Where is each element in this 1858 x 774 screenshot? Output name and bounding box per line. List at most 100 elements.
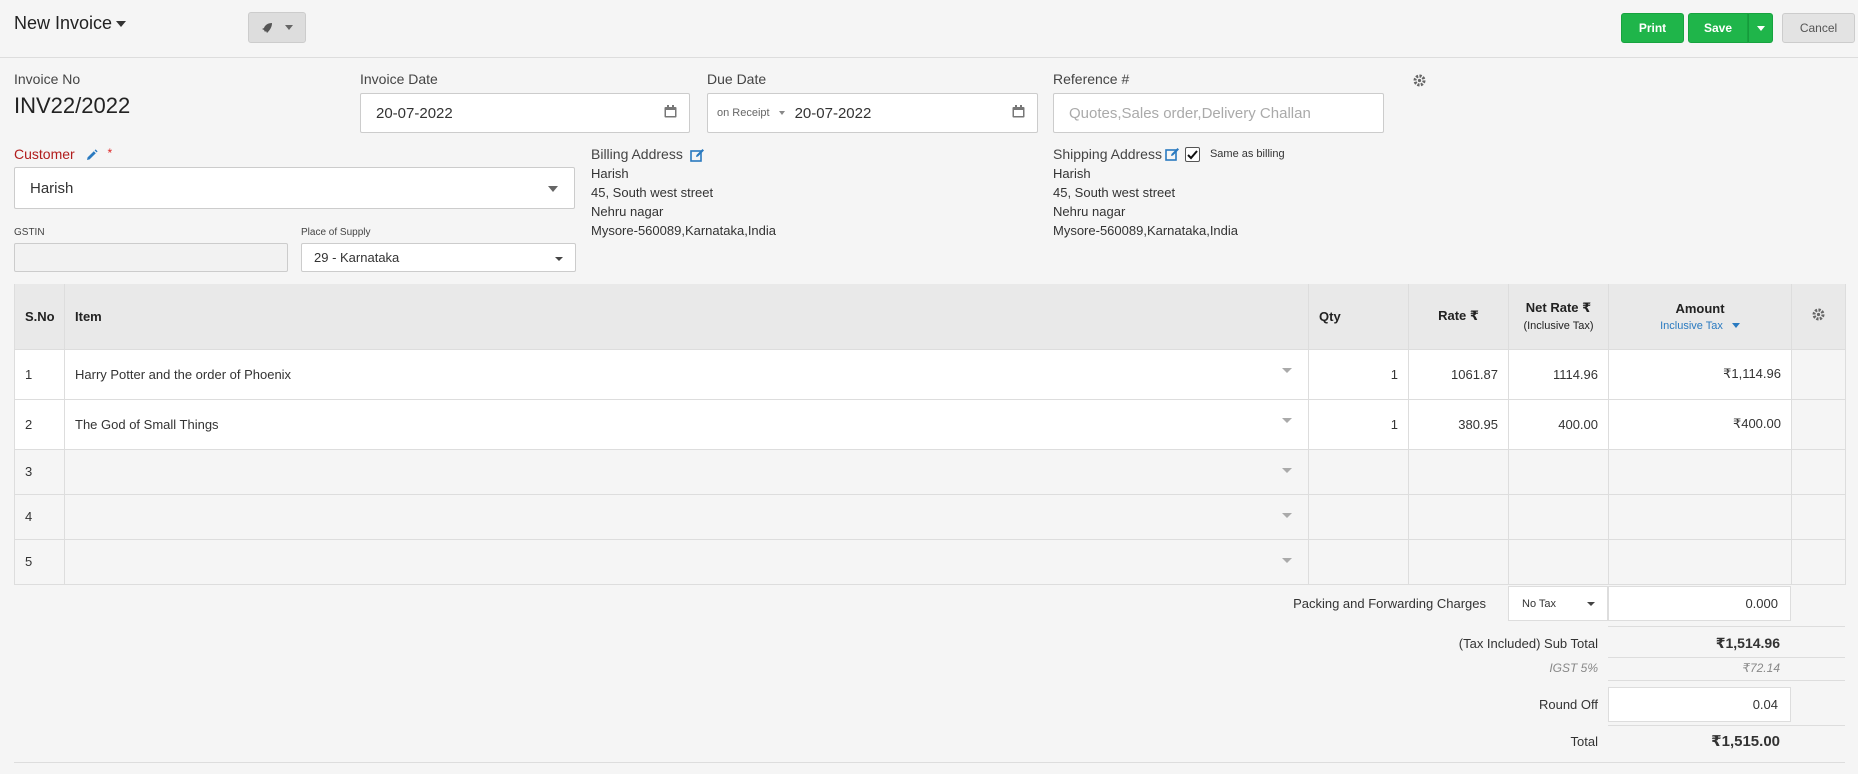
row-amount (1608, 493, 1792, 540)
page-title-dropdown[interactable]: New Invoice (14, 13, 127, 34)
column-header-item: Item (64, 284, 1309, 350)
row-actions (1791, 348, 1846, 400)
tax-mode-label: Inclusive Tax (1660, 319, 1723, 332)
quick-actions-button[interactable] (248, 12, 306, 43)
column-header-net-rate: Net Rate ₹ (Inclusive Tax) (1508, 284, 1609, 350)
chevron-down-icon (1282, 557, 1292, 563)
invoice-date-field[interactable]: 20-07-2022 (360, 93, 690, 133)
row-item-select[interactable]: The God of Small Things (64, 398, 1309, 450)
row-item-select[interactable] (64, 538, 1309, 585)
divider (14, 762, 1845, 763)
column-settings-header (1791, 284, 1846, 350)
billing-address-label: Billing Address (591, 146, 706, 163)
print-button[interactable]: Print (1621, 13, 1684, 43)
packing-charges-label: Packing and Forwarding Charges (1293, 596, 1486, 611)
invoice-no-value: INV22/2022 (14, 93, 131, 118)
table-row: 4 (14, 493, 1846, 540)
chevron-down-icon (116, 20, 127, 27)
cancel-button[interactable]: Cancel (1782, 13, 1855, 43)
round-off-value: 0.04 (1752, 697, 1778, 712)
customer-select[interactable]: Harish (14, 167, 575, 209)
row-rate-input[interactable]: 380.95 (1408, 398, 1509, 450)
subtotal-value: ₹1,514.96 (1715, 635, 1780, 651)
calendar-icon[interactable] (664, 105, 677, 118)
due-date-label: Due Date (707, 71, 767, 87)
chevron-down-icon (1282, 467, 1292, 473)
column-header-amount: Amount Inclusive Tax (1608, 284, 1792, 350)
pencil-icon[interactable] (85, 149, 98, 162)
row-rate-input[interactable] (1408, 448, 1509, 495)
row-net-rate-input[interactable] (1508, 448, 1609, 495)
row-amount: ₹400.00 (1608, 398, 1792, 450)
row-net-rate-input[interactable] (1508, 538, 1609, 585)
row-sno: 4 (14, 493, 65, 540)
row-sno: 1 (14, 348, 65, 400)
row-item-select[interactable] (64, 448, 1309, 495)
customer-label-text: Customer (14, 146, 75, 162)
rocket-icon (262, 22, 272, 33)
chevron-down-icon (555, 257, 563, 261)
row-net-rate-input[interactable]: 1114.96 (1508, 348, 1609, 400)
row-qty-input[interactable] (1308, 538, 1409, 585)
billing-address-title: Billing Address (591, 146, 683, 162)
row-item-select[interactable] (64, 493, 1309, 540)
table-header-row: S.No Item Qty Rate ₹ Net Rate ₹ (Inclusi… (14, 284, 1846, 350)
row-sno: 2 (14, 398, 65, 450)
packing-charges-input[interactable]: 0.000 (1608, 586, 1791, 621)
row-rate-input[interactable]: 1061.87 (1408, 348, 1509, 400)
row-net-rate-input[interactable]: 400.00 (1508, 398, 1609, 450)
reference-field[interactable] (1053, 93, 1384, 133)
gstin-field[interactable] (14, 243, 288, 272)
save-options-button[interactable] (1748, 13, 1773, 43)
edit-icon[interactable] (1165, 147, 1181, 162)
edit-icon[interactable] (689, 148, 706, 163)
round-off-input[interactable]: 0.04 (1608, 687, 1791, 722)
due-terms-select[interactable]: on Receipt (717, 107, 770, 119)
reference-input[interactable] (1069, 104, 1383, 122)
reference-label: Reference # (1053, 71, 1130, 87)
gear-icon[interactable] (1413, 74, 1426, 87)
shipping-address-line: 45, South west street (1053, 185, 1176, 200)
divider (1608, 626, 1845, 627)
net-rate-title: Net Rate ₹ (1525, 300, 1592, 316)
row-qty-input[interactable] (1308, 448, 1409, 495)
row-qty-input[interactable]: 1 (1308, 348, 1409, 400)
place-of-supply-select[interactable]: 29 - Karnataka (301, 243, 576, 272)
tax-mode-dropdown[interactable]: Inclusive Tax (1619, 320, 1781, 332)
check-icon (1187, 149, 1198, 159)
amount-title: Amount (1675, 300, 1725, 316)
row-amount (1608, 538, 1792, 585)
chevron-down-icon (1587, 602, 1595, 606)
place-of-supply-value: 29 - Karnataka (314, 250, 400, 265)
packing-tax-select[interactable]: No Tax (1508, 586, 1608, 621)
calendar-icon[interactable] (1012, 105, 1025, 118)
row-item-name: The God of Small Things (75, 416, 219, 432)
shipping-address-line: Mysore-560089,Karnataka,India (1053, 223, 1239, 238)
row-qty-input[interactable] (1308, 493, 1409, 540)
gstin-label: GSTIN (14, 227, 45, 238)
chevron-down-icon (778, 111, 785, 115)
table-row: 3 (14, 448, 1846, 495)
row-rate-input[interactable] (1408, 493, 1509, 540)
shipping-address-lines: Harish 45, South west street Nehru nagar… (1053, 164, 1238, 240)
chevron-down-icon (1282, 367, 1292, 373)
row-qty-input[interactable]: 1 (1308, 398, 1409, 450)
gear-icon[interactable] (1812, 308, 1825, 321)
igst-label: IGST 5% (1549, 661, 1598, 675)
column-header-qty: Qty (1308, 284, 1409, 350)
same-as-billing-label[interactable]: Same as billing (1210, 148, 1285, 160)
same-as-billing-checkbox[interactable] (1184, 146, 1200, 162)
top-bar: New Invoice Print Save Cancel (0, 0, 1858, 58)
divider (1608, 725, 1845, 726)
row-net-rate-input[interactable] (1508, 493, 1609, 540)
due-date-field[interactable]: on Receipt 20-07-2022 (707, 93, 1038, 133)
table-row: 1 Harry Potter and the order of Phoenix … (14, 348, 1846, 400)
row-amount (1608, 448, 1792, 495)
due-date-value: 20-07-2022 (794, 104, 872, 122)
net-rate-subtitle: (Inclusive Tax) (1523, 320, 1594, 333)
row-rate-input[interactable] (1408, 538, 1509, 585)
invoice-no-label: Invoice No (14, 71, 81, 87)
save-button[interactable]: Save (1688, 13, 1748, 43)
row-item-select[interactable]: Harry Potter and the order of Phoenix (64, 348, 1309, 400)
row-actions (1791, 448, 1846, 495)
